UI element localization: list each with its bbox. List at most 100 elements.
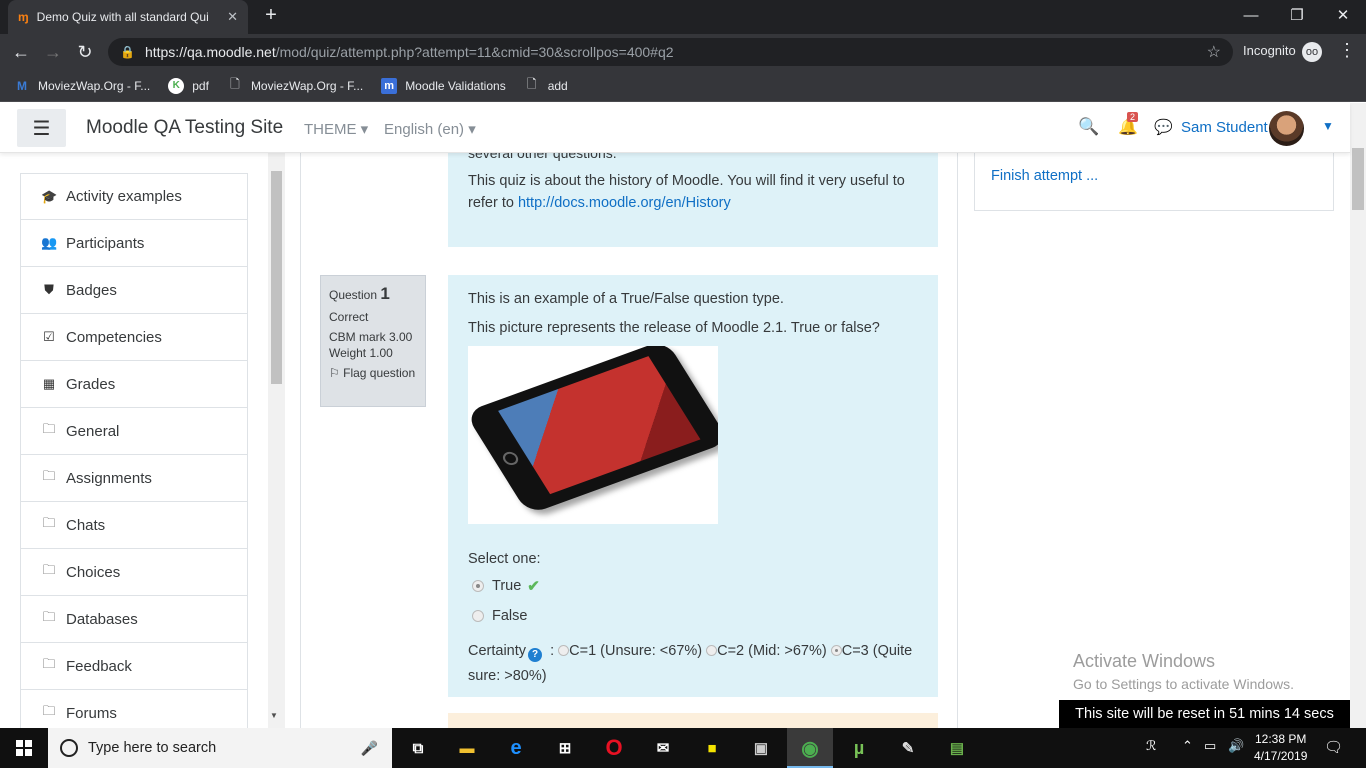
intro-cut-text: several other questions.: [468, 153, 617, 161]
answer-option-true[interactable]: True ✔: [472, 577, 540, 595]
certainty-radio-1[interactable]: [558, 645, 570, 656]
tab-close-icon[interactable]: ✕: [227, 9, 238, 25]
tray-chevron-icon[interactable]: ⌃: [1182, 738, 1193, 754]
radio-false[interactable]: [472, 610, 484, 622]
page-scrollbar-thumb[interactable]: [1352, 148, 1364, 210]
sidebar-item[interactable]: ☑ Competencies: [20, 314, 248, 361]
sidebar-item[interactable]: 🗀 Assignments: [20, 455, 248, 502]
url-path: /mod/quiz/attempt.php?attempt=11&cmid=30…: [275, 44, 674, 60]
intro-text: This quiz is about the history of Moodle…: [468, 170, 918, 214]
check-square-icon: ☑: [43, 329, 55, 344]
start-button[interactable]: [0, 728, 48, 768]
sidebar-item-label: Competencies: [66, 328, 162, 346]
sidebar-item[interactable]: 🗀 Databases: [20, 596, 248, 643]
microphone-icon[interactable]: 🎤: [361, 740, 378, 757]
sidebar-item[interactable]: 🗀 Chats: [20, 502, 248, 549]
chrome-icon[interactable]: ◉: [796, 734, 824, 762]
question-text-2: This picture represents the release of M…: [468, 320, 880, 336]
mail-icon[interactable]: ✉: [649, 734, 677, 762]
bookmark-item[interactable]: M MoviezWap.Org - F...: [14, 78, 150, 94]
certainty-radio-3[interactable]: [830, 645, 842, 656]
reload-button[interactable]: ↻: [72, 40, 98, 64]
taskbar-clock[interactable]: 12:38 PM 4/17/2019: [1254, 731, 1307, 765]
quiz-intro-box: several other questions. This quiz is ab…: [448, 153, 938, 247]
correct-check-icon: ✔: [527, 578, 540, 595]
paint-icon[interactable]: ✎: [894, 734, 922, 762]
bookmark-item[interactable]: m Moodle Validations: [381, 77, 506, 94]
edge-icon[interactable]: e: [502, 734, 530, 762]
site-name[interactable]: Moodle QA Testing Site: [86, 117, 283, 139]
bookmark-label: MoviezWap.Org - F...: [250, 78, 364, 93]
history-link[interactable]: http://docs.moodle.org/en/History: [518, 195, 731, 211]
taskbar-search[interactable]: Type here to search 🎤: [48, 728, 392, 768]
sidebar-item[interactable]: 🎓 Activity examples: [20, 173, 248, 220]
option-label: False: [492, 608, 528, 624]
maximize-button[interactable]: ❐: [1274, 0, 1320, 30]
sidebar-item[interactable]: ⛊ Badges: [20, 267, 248, 314]
forward-button[interactable]: →: [40, 40, 66, 64]
scroll-down-arrow-icon[interactable]: ▼: [270, 711, 278, 720]
tab-title: Demo Quiz with all standard Qui: [36, 10, 209, 24]
watermark-line-1: Activate Windows: [1073, 651, 1216, 671]
theme-menu[interactable]: THEME ▾: [304, 120, 368, 138]
store-icon[interactable]: ⊞: [551, 734, 579, 762]
sticky-notes-icon[interactable]: ■: [698, 734, 726, 762]
volume-icon[interactable]: 🔊: [1228, 738, 1244, 754]
bookmark-item[interactable]: 🗋 add: [524, 77, 568, 94]
moodle-favicon-icon: ɱ: [18, 10, 29, 24]
user-menu-caret-icon[interactable]: ▼: [1322, 119, 1334, 133]
drawer-scrollbar-thumb[interactable]: [271, 171, 282, 384]
option-label: True: [492, 578, 522, 594]
new-tab-button[interactable]: +: [260, 4, 282, 27]
answer-option-false[interactable]: False: [472, 608, 527, 624]
task-view-icon[interactable]: ⧉: [404, 734, 432, 762]
certainty-radio-2[interactable]: [706, 645, 718, 656]
flag-icon: ⚐: [329, 366, 340, 380]
bookmarks-bar: M MoviezWap.Org - F... Kpdf 🗋 MoviezWap.Or…: [0, 70, 1366, 102]
user-name[interactable]: Sam Student: [1181, 119, 1268, 136]
people-icon[interactable]: ℛ: [1146, 738, 1156, 754]
drawer-toggle-button[interactable]: ☰: [17, 109, 66, 147]
sidebar-item[interactable]: 🗀 General: [20, 408, 248, 455]
incognito-icon[interactable]: oo: [1302, 42, 1322, 62]
battery-icon[interactable]: ▭: [1204, 738, 1216, 754]
sidebar-item[interactable]: 🗀 Forums: [20, 690, 248, 728]
course-navigation: 🎓 Activity examples 👥 Participants ⛊ Badges ☑ C…: [20, 173, 248, 728]
question-label: Question: [329, 288, 378, 302]
radio-true[interactable]: [472, 580, 484, 592]
cortana-icon: [60, 739, 78, 757]
bookmark-star-icon[interactable]: ☆: [1207, 42, 1221, 62]
certainty-option-1: C=1 (Unsure: <67%): [569, 643, 703, 659]
minimize-button[interactable]: —: [1228, 0, 1274, 30]
help-icon[interactable]: ?: [528, 648, 543, 662]
sidebar-item[interactable]: 👥 Participants: [20, 220, 248, 267]
page-content: 🎓 Activity examples 👥 Participants ⛊ Badges ☑ C…: [0, 153, 1350, 728]
bookmark-item[interactable]: 🗋 MoviezWap.Org - F...: [227, 77, 364, 94]
finish-attempt-link[interactable]: Finish attempt ...: [991, 168, 1098, 184]
messages-icon[interactable]: 💬: [1154, 118, 1173, 136]
sidebar-item-label: Grades: [66, 375, 116, 393]
back-button[interactable]: ←: [8, 40, 34, 64]
search-icon[interactable]: 🔍: [1078, 117, 1099, 137]
file-explorer-icon[interactable]: ▬: [453, 734, 481, 762]
quiz-navigation-block: Finish attempt ...: [974, 153, 1334, 211]
page-icon: 🗋: [526, 77, 537, 91]
app-icon[interactable]: ▣: [747, 734, 775, 762]
browser-tab[interactable]: ɱ Demo Quiz with all standard Qui ✕: [8, 0, 248, 34]
sidebar-item[interactable]: ▦ Grades: [20, 361, 248, 408]
utorrent-icon[interactable]: µ: [845, 734, 873, 762]
flag-question-link[interactable]: ⚐ Flag question: [329, 366, 417, 380]
opera-icon[interactable]: O: [600, 734, 628, 762]
action-center-icon[interactable]: 🗨: [1324, 738, 1343, 756]
window-close-button[interactable]: ✕: [1320, 0, 1366, 30]
avatar[interactable]: [1269, 111, 1304, 146]
browser-menu-icon[interactable]: ⋮: [1338, 40, 1356, 61]
sidebar-item[interactable]: 🗀 Feedback: [20, 643, 248, 690]
address-bar[interactable]: 🔒 https://qa.moodle.net/mod/quiz/attempt…: [108, 38, 1233, 66]
language-menu[interactable]: English (en) ▾: [384, 120, 476, 138]
watermark-line-2: Go to Settings to activate Windows.: [1073, 676, 1294, 692]
spreadsheet-icon[interactable]: ▤: [943, 734, 971, 762]
bookmark-item[interactable]: Kpdf: [168, 77, 209, 94]
bookmark-label: add: [547, 78, 568, 93]
sidebar-item[interactable]: 🗀 Choices: [20, 549, 248, 596]
